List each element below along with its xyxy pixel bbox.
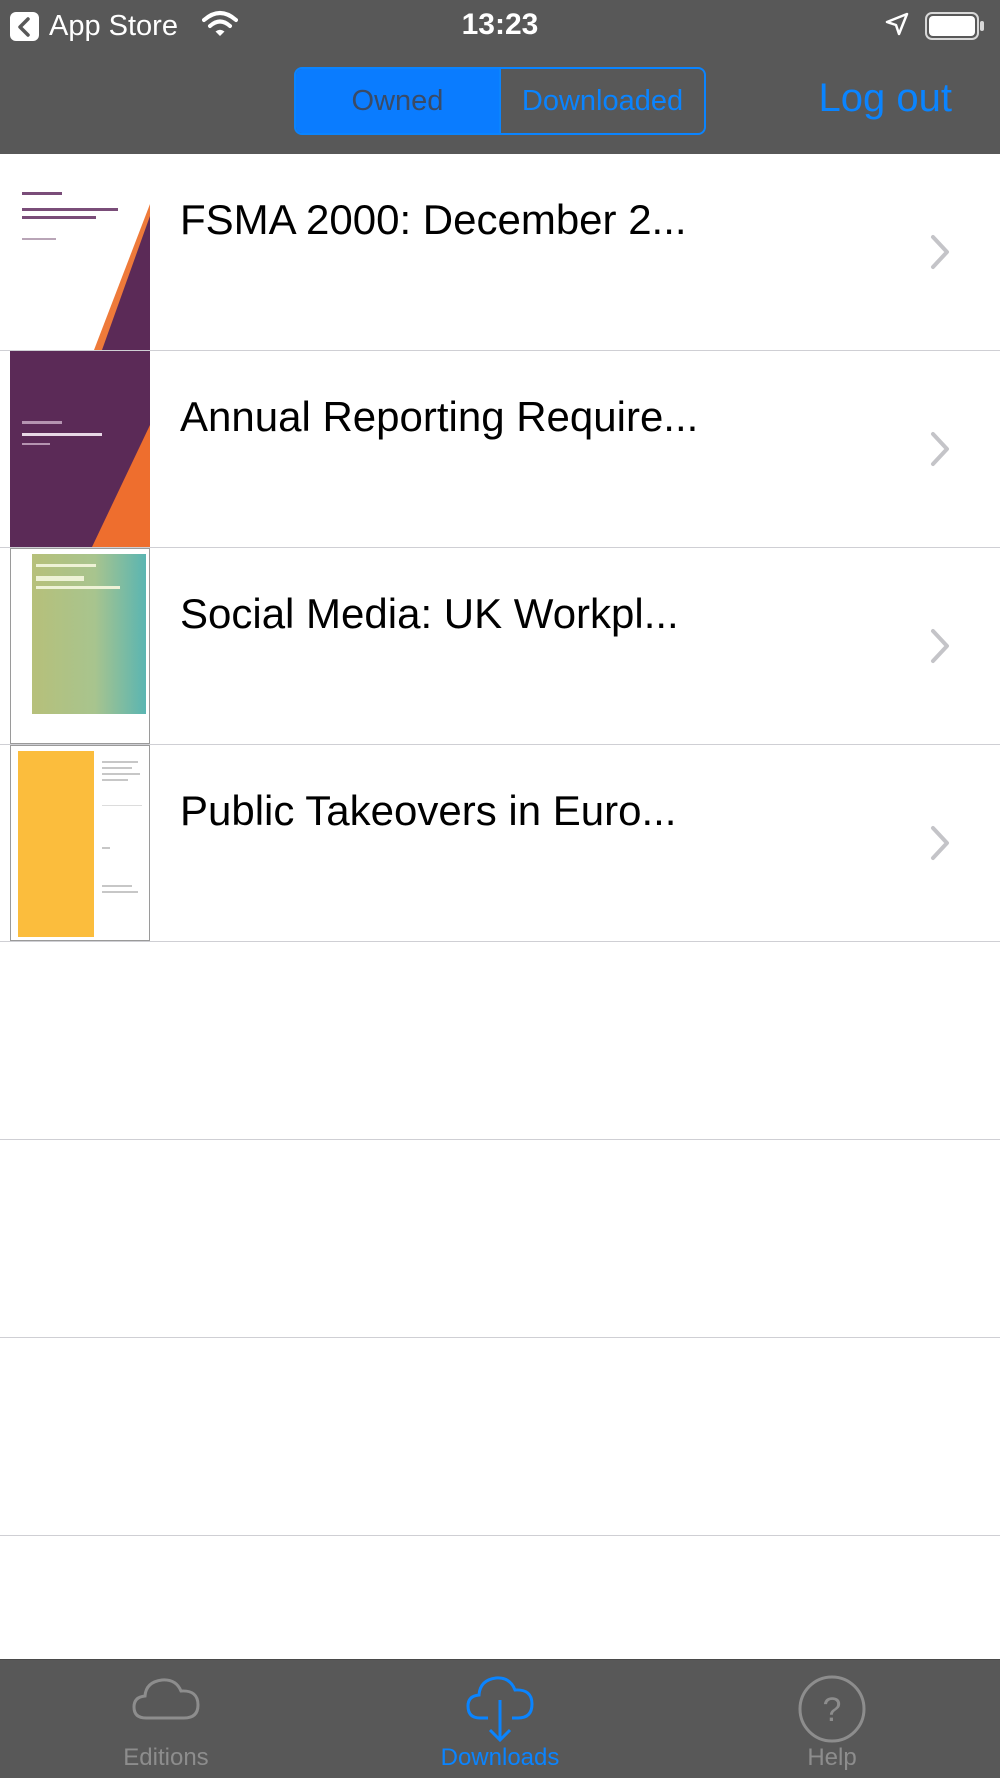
tab-downloads[interactable]: Downloads: [400, 1660, 600, 1778]
cloud-icon: [130, 1674, 202, 1729]
list-item[interactable]: Annual Reporting Require...: [0, 351, 1000, 548]
social-media-cover-thumbnail: [10, 548, 150, 744]
list-item-title: Public Takeovers in Euro...: [180, 787, 677, 834]
location-arrow-icon: [884, 11, 910, 42]
empty-row: [0, 1338, 1000, 1536]
list-item-title: Annual Reporting Require...: [180, 393, 699, 440]
tab-bar: Editions Downloads ? Help: [0, 1659, 1000, 1778]
svg-text:?: ?: [823, 1691, 842, 1729]
screen: App Store 13:23 Owned Downloaded Log out…: [0, 0, 1000, 1778]
tab-label: Editions: [123, 1744, 209, 1771]
segment-downloaded[interactable]: Downloaded: [501, 69, 704, 133]
segment-owned[interactable]: Owned: [296, 69, 501, 133]
tab-label: Downloads: [440, 1744, 560, 1771]
fsma-cover-thumbnail: [10, 154, 150, 350]
list-item[interactable]: FSMA 2000: December 2...: [0, 154, 1000, 351]
empty-row: [0, 1140, 1000, 1338]
chevron-right-icon: [930, 628, 950, 669]
status-time: 13:23: [461, 8, 539, 41]
battery-icon: [925, 12, 985, 45]
cloud-download-icon: [464, 1674, 536, 1751]
publications-list: FSMA 2000: December 2... Annual Reportin…: [0, 154, 1000, 1536]
tab-editions[interactable]: Editions: [66, 1660, 266, 1778]
list-item-title: FSMA 2000: December 2...: [180, 196, 687, 243]
segmented-control: Owned Downloaded: [294, 67, 706, 135]
status-bar: App Store 13:23: [0, 0, 1000, 50]
navigation-bar: Owned Downloaded Log out: [0, 50, 1000, 154]
logout-button[interactable]: Log out: [819, 76, 952, 121]
chevron-right-icon: [930, 825, 950, 866]
tab-label: Help: [807, 1744, 857, 1771]
tab-help[interactable]: ? Help: [732, 1660, 932, 1778]
chevron-right-icon: [930, 234, 950, 275]
help-icon: ?: [797, 1674, 867, 1749]
public-takeovers-cover-thumbnail: [10, 745, 150, 941]
chevron-right-icon: [930, 431, 950, 472]
list-item[interactable]: Public Takeovers in Euro...: [0, 745, 1000, 942]
list-item[interactable]: Social Media: UK Workpl...: [0, 548, 1000, 745]
annual-reporting-cover-thumbnail: [10, 351, 150, 547]
empty-row: [0, 942, 1000, 1140]
list-item-title: Social Media: UK Workpl...: [180, 590, 679, 637]
